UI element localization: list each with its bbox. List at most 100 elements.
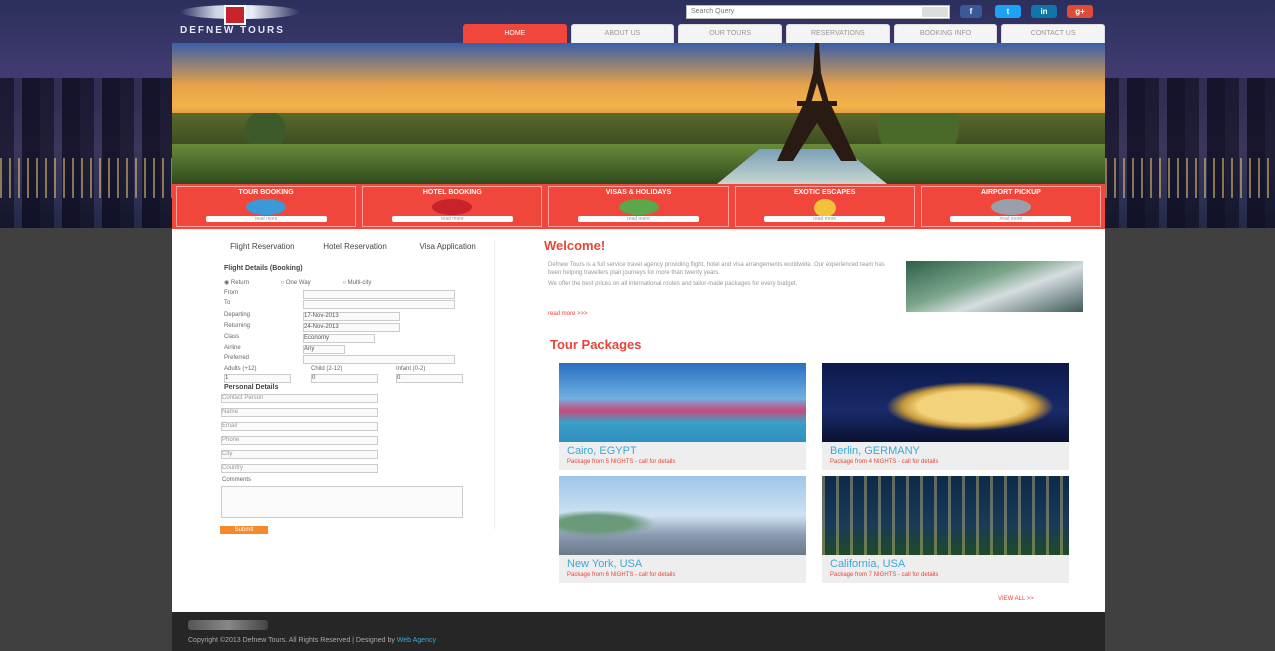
from-input[interactable]	[303, 290, 455, 299]
package-card-california[interactable]: California, USA Package from 7 NIGHTS - …	[822, 476, 1069, 583]
nav-home[interactable]: HOME	[463, 24, 567, 43]
trip-return-radio[interactable]: ◉	[224, 280, 231, 286]
main-navigation: HOME ABOUT US OUR TOURS RESERVATIONS BOO…	[463, 24, 1106, 43]
runner-icon	[246, 199, 287, 215]
googleplus-icon[interactable]: g+	[1067, 5, 1093, 18]
tab-hotel[interactable]: Hotel Reservation	[309, 239, 402, 261]
comments-textarea[interactable]	[221, 486, 463, 518]
package-price: Package from 6 NIGHTS - call for details	[567, 572, 676, 578]
form-tabs: Flight Reservation Hotel Reservation Vis…	[216, 239, 494, 261]
package-price: Package from 5 NIGHTS - call for details	[567, 459, 676, 465]
adults-select[interactable]: 1	[224, 374, 291, 383]
returning-date-input[interactable]: 24-Nov-2013	[303, 323, 400, 332]
facebook-icon[interactable]: f	[960, 5, 982, 18]
package-price: Package from 7 NIGHTS - call for details	[830, 572, 939, 578]
airline-label: Airline	[224, 345, 241, 351]
children-select[interactable]: 0	[311, 374, 378, 383]
view-all-link[interactable]: VIEW ALL >>	[998, 596, 1034, 602]
services-bar: TOUR BOOKING read more HOTEL BOOKING rea…	[172, 184, 1105, 229]
footer: Copyright ©2013 Defnew Tours. All Rights…	[172, 612, 1105, 651]
eiffel-tower-icon	[777, 43, 857, 161]
linkedin-icon[interactable]: in	[1031, 5, 1057, 18]
search-input[interactable]: Search Query	[686, 5, 950, 19]
city-input[interactable]: City	[221, 450, 378, 459]
name-input[interactable]: Name	[221, 408, 378, 417]
package-name: New York, USA	[567, 558, 643, 570]
service-hotel-booking[interactable]: HOTEL BOOKING read more	[362, 186, 543, 227]
welcome-read-more-link[interactable]: read more >>>	[548, 311, 588, 317]
site-logo[interactable]: DEFNEW TOURS	[180, 3, 330, 41]
designer-link[interactable]: Web Agency	[397, 637, 436, 644]
copyright-text: Copyright ©2013 Defnew Tours. All Rights…	[188, 637, 436, 644]
nav-booking-info[interactable]: BOOKING INFO	[893, 24, 998, 43]
city-right	[1105, 78, 1275, 228]
package-name: Berlin, GERMANY	[830, 445, 920, 457]
departing-date-input[interactable]: 17-Nov-2013	[303, 312, 400, 321]
read-more-button[interactable]: read more	[205, 216, 327, 222]
comments-label: Comments	[222, 477, 252, 483]
tab-visa[interactable]: Visa Application	[401, 239, 494, 261]
service-airport-pickup[interactable]: AIRPORT PICKUP read more	[920, 186, 1102, 227]
children-label: Child (2-12)	[311, 366, 343, 372]
tab-flight[interactable]: Flight Reservation	[216, 239, 309, 261]
class-label: Class	[224, 334, 240, 340]
read-more-button[interactable]: read more	[391, 216, 513, 222]
city-lights-left	[0, 158, 172, 198]
departing-label: Departing	[224, 312, 251, 318]
hero-trees	[172, 113, 1105, 148]
footer-logo[interactable]	[188, 620, 268, 630]
package-image	[822, 363, 1069, 442]
infants-label: Infant (0-2)	[396, 366, 426, 372]
package-image	[559, 476, 806, 555]
phone-input[interactable]: Phone	[221, 436, 378, 445]
package-card-newyork[interactable]: New York, USA Package from 6 NIGHTS - ca…	[559, 476, 806, 583]
package-card-berlin[interactable]: Berlin, GERMANY Package from 4 NIGHTS - …	[822, 363, 1069, 470]
class-select[interactable]: Economy	[303, 334, 375, 343]
submit-button[interactable]: Submit	[220, 526, 268, 534]
nav-reservations[interactable]: RESERVATIONS	[786, 24, 890, 43]
twitter-icon[interactable]: t	[995, 5, 1021, 18]
logo-text: DEFNEW TOURS	[180, 25, 285, 36]
search-placeholder: Search Query	[691, 8, 735, 15]
service-tour-booking[interactable]: TOUR BOOKING read more	[176, 186, 357, 227]
car-icon	[990, 199, 1031, 215]
hero-banner	[172, 43, 1105, 184]
package-price: Package from 4 NIGHTS - call for details	[830, 459, 939, 465]
package-card-cairo[interactable]: Cairo, EGYPT Package from 5 NIGHTS - cal…	[559, 363, 806, 470]
to-input[interactable]	[303, 300, 455, 309]
welcome-paragraph-1: Defnew Tours is a full service travel ag…	[548, 262, 885, 276]
city-lights-right	[1105, 158, 1275, 198]
read-more-button[interactable]: read more	[764, 216, 886, 222]
to-label: To	[224, 300, 231, 306]
island-icon	[618, 199, 659, 215]
tour-packages-title: Tour Packages	[550, 337, 642, 352]
service-exotic-escapes[interactable]: EXOTIC ESCAPES read more	[734, 186, 915, 227]
preferred-select[interactable]	[303, 355, 455, 364]
search-button[interactable]	[922, 7, 948, 17]
preferred-label: Preferred	[224, 355, 250, 361]
email-input[interactable]: Email	[221, 422, 378, 431]
country-input[interactable]: Country	[221, 464, 378, 473]
welcome-image	[906, 261, 1083, 312]
contact-person-input[interactable]: Contact Person	[221, 394, 378, 403]
read-more-button[interactable]: read more	[577, 216, 700, 222]
nav-contact[interactable]: CONTACT US	[1001, 24, 1106, 43]
package-image	[559, 363, 806, 442]
package-image	[822, 476, 1069, 555]
service-visas[interactable]: VISAS & HOLIDAYS read more	[548, 186, 729, 227]
city-left	[0, 78, 172, 228]
returning-label: Returning	[224, 323, 251, 329]
trip-type-row: ◉ Return ○ One Way ○ Multi-city	[224, 280, 372, 286]
nav-about[interactable]: ABOUT US	[570, 24, 675, 43]
main-content: Flight Reservation Hotel Reservation Vis…	[172, 229, 1105, 612]
read-more-button[interactable]: read more	[950, 216, 1072, 222]
package-name: California, USA	[830, 558, 906, 570]
beach-icon	[813, 199, 836, 217]
welcome-paragraph-2: We offer the best prices on all internat…	[548, 281, 798, 287]
airline-select[interactable]: Any	[303, 345, 345, 354]
welcome-title: Welcome!	[544, 238, 606, 253]
infants-select[interactable]: 0	[396, 374, 463, 383]
nav-tours[interactable]: OUR TOURS	[678, 24, 783, 43]
hotel-icon	[432, 199, 473, 215]
package-name: Cairo, EGYPT	[567, 445, 637, 457]
